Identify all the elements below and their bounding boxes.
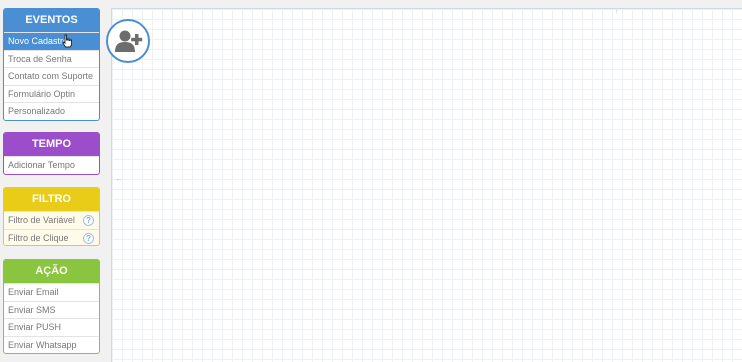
- help-icon[interactable]: ?: [83, 215, 94, 226]
- item-enviar-email[interactable]: Enviar Email: [4, 283, 99, 301]
- panel-eventos: EVENTOS Novo Cadastro Troca de Senha Con…: [3, 8, 100, 121]
- panel-acao-title: AÇÃO: [4, 260, 99, 283]
- hand-cursor-icon: [62, 34, 72, 48]
- item-enviar-sms[interactable]: Enviar SMS: [4, 300, 99, 319]
- item-adicionar-tempo[interactable]: Adicionar Tempo: [4, 156, 99, 174]
- panel-acao: AÇÃO Enviar Email Enviar SMS Enviar PUSH…: [3, 259, 100, 354]
- canvas-top-marker: ↑: [615, 9, 619, 16]
- item-contato-com-suporte[interactable]: Contato com Suporte: [4, 67, 99, 85]
- panel-tempo-title: TEMPO: [4, 133, 99, 156]
- item-filtro-de-clique[interactable]: Filtro de Clique ?: [4, 228, 99, 245]
- panel-filtro: FILTRO Filtro de Variável ? Filtro de Cl…: [3, 187, 100, 246]
- item-label: Novo Cadastro: [8, 36, 69, 46]
- item-novo-cadastro[interactable]: Novo Cadastro: [4, 32, 99, 50]
- item-formulario-optin[interactable]: Formulário Optin: [4, 84, 99, 103]
- item-enviar-push[interactable]: Enviar PUSH: [4, 318, 99, 336]
- item-troca-de-senha[interactable]: Troca de Senha: [4, 49, 99, 68]
- canvas-left-marker: ←: [115, 174, 123, 183]
- item-label: Filtro de Clique: [8, 232, 69, 243]
- flow-canvas[interactable]: [111, 8, 742, 362]
- item-enviar-whatsapp[interactable]: Enviar Whatsapp: [4, 335, 99, 354]
- panel-filtro-title: FILTRO: [4, 188, 99, 211]
- panel-eventos-title: EVENTOS: [4, 9, 99, 32]
- panel-tempo: TEMPO Adicionar Tempo: [3, 132, 100, 175]
- add-user-node[interactable]: [106, 19, 150, 63]
- item-personalizado[interactable]: Personalizado: [4, 102, 99, 120]
- item-label: Filtro de Variável: [8, 215, 75, 225]
- item-filtro-de-variavel[interactable]: Filtro de Variável ?: [4, 211, 99, 229]
- help-icon[interactable]: ?: [83, 232, 94, 244]
- add-user-icon: [115, 30, 143, 52]
